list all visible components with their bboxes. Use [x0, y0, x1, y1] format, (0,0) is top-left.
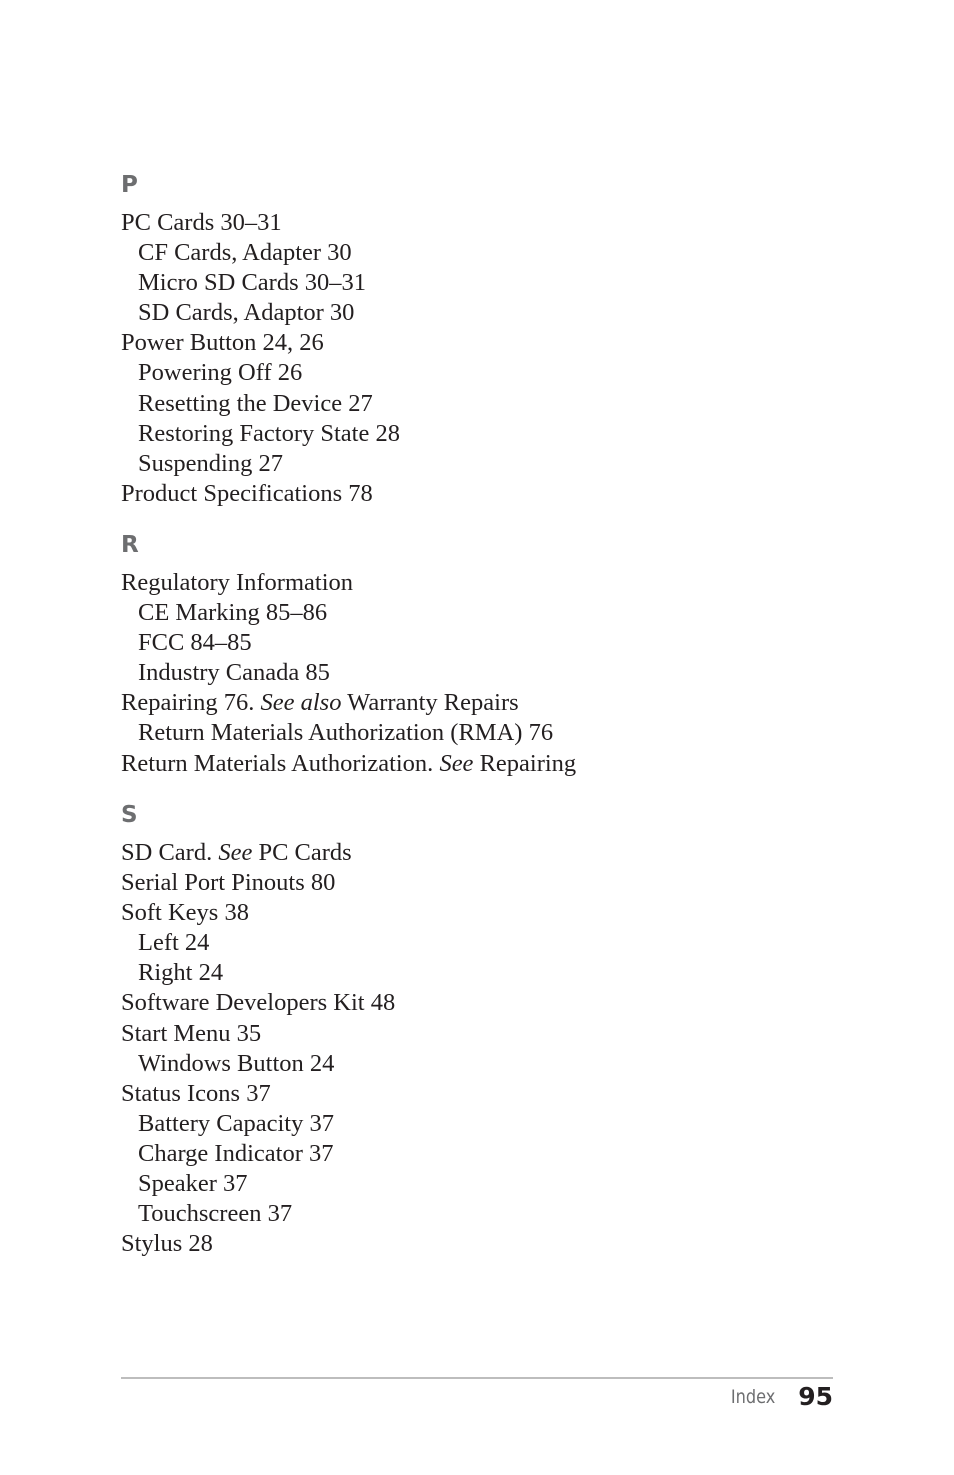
index-entry: Status Icons 37 [121, 1079, 395, 1109]
entry-text: SD Cards, Adaptor 30 [138, 299, 355, 327]
entry-text: Repairing 76. [121, 689, 261, 717]
entry-text: Right 24 [138, 959, 224, 987]
entry-text: Industry Canada 85 [138, 659, 330, 687]
index-subentry: SD Cards, Adaptor 30 [121, 298, 400, 328]
index-subentry: Return Materials Authorization (RMA) 76 [121, 718, 576, 748]
index-entry: Soft Keys 38 [121, 898, 395, 928]
entry-text: Left 24 [138, 929, 210, 957]
footer-section-label: Index [730, 1386, 775, 1408]
index-subentry: Resetting the Device 27 [121, 389, 400, 419]
index-entry: Start Menu 35 [121, 1019, 395, 1049]
entry-text: Regulatory Information [121, 569, 354, 596]
footer-divider [121, 1377, 833, 1379]
index-entry: Power Button 24, 26 [121, 328, 400, 358]
entry-text: Windows Button 24 [138, 1049, 335, 1077]
entry-text: Restoring Factory State 28 [138, 419, 400, 447]
index-entry: SD Card. See PC Cards [121, 838, 395, 868]
index-subentry: Touchscreen 37 [121, 1199, 395, 1229]
index-entry: Product Specifications 78 [121, 479, 400, 509]
see-reference: See [439, 749, 474, 777]
entry-text: Serial Port Pinouts 80 [121, 869, 336, 897]
see-target: Warranty Repairs [341, 689, 519, 717]
entry-text: Power Button 24, 26 [121, 329, 324, 357]
entry-text: SD Card. [121, 839, 219, 866]
index-subentry: Left 24 [121, 928, 395, 958]
entry-text: Suspending 27 [138, 449, 283, 477]
index-entry: PC Cards 30–31 [121, 208, 400, 238]
index-subentry: Battery Capacity 37 [121, 1109, 395, 1139]
index-entry: Return Materials Authorization. See Repa… [121, 749, 576, 779]
entry-text: Resetting the Device 27 [138, 389, 373, 417]
entry-text: CE Marking 85–86 [138, 599, 328, 627]
index-subentry: FCC 84–85 [121, 628, 576, 658]
entry-text: Status Icons 37 [121, 1079, 271, 1107]
section-letter: P [121, 172, 138, 198]
entry-text: Battery Capacity 37 [138, 1109, 334, 1137]
entry-text: Soft Keys 38 [121, 899, 249, 927]
entry-text: Micro SD Cards 30–31 [138, 269, 366, 297]
index-subentry: Charge Indicator 37 [121, 1139, 395, 1169]
index-section-p: P PC Cards 30–31 CF Cards, Adapter 30 Micr… [121, 170, 400, 509]
index-section-s: S SD Card. See PC Cards Serial Port Pinou… [121, 800, 395, 1259]
index-subentry: Right 24 [121, 958, 395, 988]
index-subentry: Speaker 37 [121, 1169, 395, 1199]
entry-list: SD Card. See PC Cards Serial Port Pinouts… [121, 838, 395, 1259]
index-entry: Regulatory Information [121, 568, 576, 598]
entry-text: CF Cards, Adapter 30 [138, 239, 352, 267]
index-subentry: Suspending 27 [121, 449, 400, 479]
index-entry: Serial Port Pinouts 80 [121, 868, 395, 898]
index-subentry: Restoring Factory State 28 [121, 419, 400, 449]
index-section-r: R Regulatory Information CE Marking 85–86… [121, 530, 576, 779]
entry-text: Powering Off 26 [138, 359, 303, 387]
index-subentry: Industry Canada 85 [121, 658, 576, 688]
entry-text: Software Developers Kit 48 [121, 989, 396, 1017]
index-subentry: Micro SD Cards 30–31 [121, 268, 400, 298]
index-subentry: Windows Button 24 [121, 1049, 395, 1079]
entry-text: Charge Indicator 37 [138, 1139, 334, 1167]
see-reference: See [218, 839, 253, 866]
index-subentry: CE Marking 85–86 [121, 598, 576, 628]
entry-text: Start Menu 35 [121, 1019, 262, 1047]
index-entry: Repairing 76. See also Warranty Repairs [121, 688, 576, 718]
entry-text: Speaker 37 [138, 1170, 248, 1198]
entry-text: Return Materials Authorization. [121, 749, 440, 777]
entry-list: PC Cards 30–31 CF Cards, Adapter 30 Micro … [121, 208, 400, 509]
see-reference: See also [260, 689, 342, 717]
index-entry: Stylus 28 [121, 1229, 395, 1259]
page-number: 95 [798, 1382, 833, 1411]
entry-text: Product Specifications 78 [121, 479, 373, 507]
entry-text: FCC 84–85 [138, 629, 252, 657]
section-letter: S [121, 802, 138, 828]
entry-text: Stylus 28 [121, 1230, 213, 1258]
entry-text: Return Materials Authorization (RMA) 76 [138, 719, 554, 747]
see-target: Repairing [473, 749, 577, 777]
section-letter: R [121, 532, 139, 558]
entry-text: Touchscreen 37 [138, 1200, 293, 1228]
see-target: PC Cards [252, 839, 352, 866]
entry-text: PC Cards 30–31 [121, 209, 282, 236]
entry-list: Regulatory Information CE Marking 85–86 FC… [121, 568, 576, 779]
index-subentry: Powering Off 26 [121, 358, 400, 388]
index-subentry: CF Cards, Adapter 30 [121, 238, 400, 268]
index-entry: Software Developers Kit 48 [121, 988, 395, 1018]
